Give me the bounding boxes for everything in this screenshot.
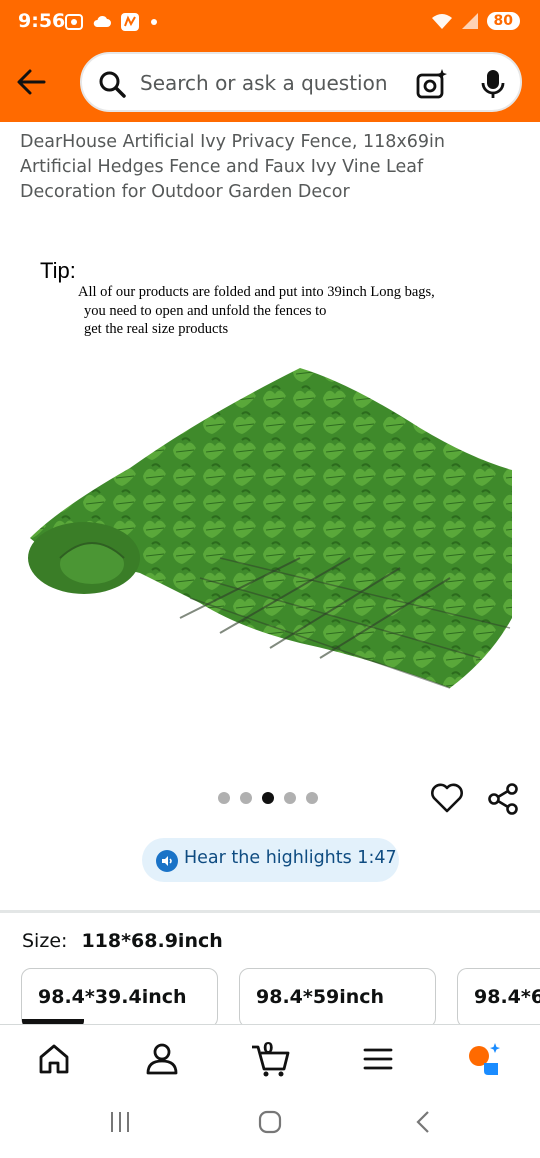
app-notification-icon — [121, 13, 139, 31]
section-divider — [0, 910, 540, 913]
status-bar: 9:56 80 — [0, 0, 540, 46]
size-option-label: 98.4*39.4inch — [38, 986, 187, 1008]
home-icon[interactable] — [36, 1041, 72, 1077]
signal-icon — [461, 13, 478, 29]
system-back-icon[interactable] — [412, 1110, 436, 1134]
size-option[interactable]: 98.4*6 — [457, 968, 540, 1028]
search-icon — [99, 71, 126, 98]
size-option-label: 98.4*6 — [474, 986, 540, 1008]
carousel-dot[interactable] — [218, 792, 230, 804]
tip-line: get the real size products — [84, 321, 229, 337]
size-selected-value: 118*68.9inch — [81, 930, 223, 952]
size-selection: Size: 118*68.9inch — [22, 930, 223, 952]
product-image[interactable]: Tip: All of our products are folded and … — [0, 240, 540, 750]
speaker-icon — [156, 850, 178, 872]
microphone-icon[interactable] — [480, 68, 506, 100]
cart-button[interactable]: 0 — [250, 1039, 290, 1077]
search-placeholder[interactable]: Search or ask a question — [140, 71, 388, 95]
size-option[interactable]: 98.4*59inch — [239, 968, 436, 1028]
tip-line: All of our products are folded and put i… — [78, 284, 435, 300]
rufus-assistant-icon[interactable] — [466, 1041, 502, 1077]
carousel-dots[interactable] — [218, 792, 318, 804]
carousel-dot[interactable] — [306, 792, 318, 804]
tip-line: you need to open and unfold the fences t… — [84, 303, 327, 319]
status-time: 9:56 — [18, 10, 66, 32]
battery-indicator: 80 — [486, 12, 520, 30]
tip-heading: Tip: — [40, 258, 76, 283]
status-system-icons: 80 — [431, 12, 520, 30]
carousel-dot[interactable] — [284, 792, 296, 804]
cart-count: 0 — [263, 1039, 274, 1057]
top-header: 9:56 80 Search or ask a question — [0, 0, 540, 122]
size-label: Size: — [22, 930, 68, 952]
cloud-icon — [93, 15, 111, 27]
carousel-dot[interactable] — [240, 792, 252, 804]
bottom-navigation: 0 — [0, 1024, 540, 1088]
system-navigation-bar — [0, 1088, 540, 1158]
carousel-dot-active[interactable] — [262, 792, 274, 804]
menu-icon[interactable] — [360, 1041, 396, 1077]
dot-icon — [151, 19, 157, 25]
camera-lens-icon[interactable] — [416, 68, 448, 100]
share-icon[interactable] — [486, 782, 520, 816]
size-option-label: 98.4*59inch — [256, 986, 385, 1008]
home-circle-icon[interactable] — [258, 1110, 282, 1134]
back-arrow-icon[interactable] — [14, 64, 50, 100]
heart-icon[interactable] — [430, 782, 464, 814]
hear-highlights-button[interactable]: Hear the highlights 1:47 — [142, 838, 399, 882]
wifi-icon — [431, 14, 452, 29]
hear-highlights-label: Hear the highlights 1:47 — [184, 848, 397, 868]
recent-apps-icon[interactable] — [108, 1110, 132, 1134]
product-title: DearHouse Artificial Ivy Privacy Fence, … — [20, 132, 445, 202]
ivy-fence-photo — [28, 368, 512, 689]
status-notification-icons — [64, 12, 168, 32]
account-icon[interactable] — [144, 1041, 180, 1077]
search-bar[interactable]: Search or ask a question — [80, 52, 522, 112]
screenshot-icon — [65, 14, 83, 30]
